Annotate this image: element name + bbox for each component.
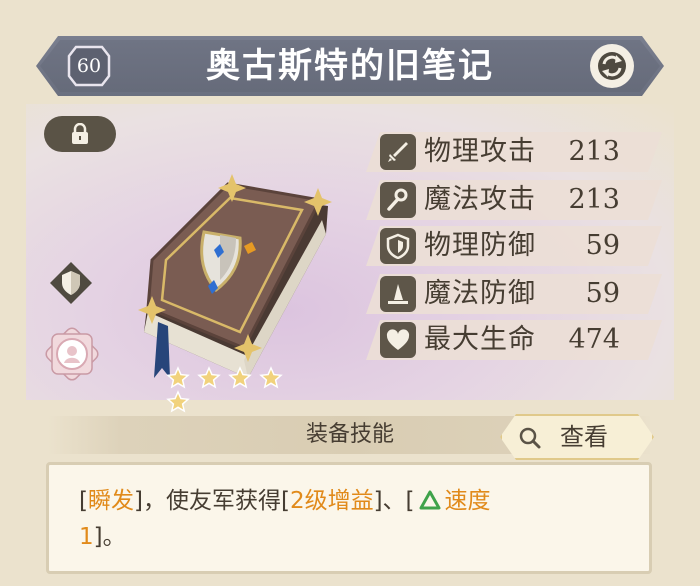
stat-value: 474 — [568, 324, 620, 355]
keyword-instant[interactable]: 瞬发 — [88, 488, 134, 514]
stat-physical-defense: 物理防御 59 — [366, 226, 662, 266]
heart-icon — [380, 322, 416, 358]
sword-icon — [380, 134, 416, 170]
keyword-speed[interactable]: 速度 — [445, 488, 491, 514]
star-icon — [197, 366, 221, 389]
view-skill-button[interactable]: 查看 — [500, 414, 654, 460]
buff-up-icon — [419, 490, 441, 510]
skill-description-box: [瞬发]，使友军获得[2级增益]、[速度 1]。 — [46, 462, 652, 574]
swap-button[interactable] — [590, 44, 634, 88]
stat-value: 213 — [568, 184, 620, 215]
view-skill-label: 查看 — [560, 423, 608, 451]
defense-type-icon — [50, 262, 92, 304]
rarity-stars — [166, 366, 306, 413]
stat-max-hp: 最大生命 474 — [366, 320, 662, 360]
equipment-detail-panel: 60 奥古斯特的旧笔记 物理攻击 213 魔法攻击 213 物理防御 59 魔法… — [0, 0, 700, 586]
stat-magic-attack: 魔法攻击 213 — [366, 180, 662, 220]
skill-description: [瞬发]，使友军获得[2级增益]、[速度 1]。 — [79, 488, 491, 550]
lock-icon — [72, 123, 88, 144]
stat-value: 59 — [585, 278, 620, 309]
star-icon — [166, 390, 190, 413]
stat-value: 59 — [585, 230, 620, 261]
class-emblem-icon — [45, 327, 99, 381]
wizard-hat-icon — [380, 276, 416, 312]
star-icon — [228, 366, 252, 389]
stat-value: 213 — [568, 136, 620, 167]
keyword-buff-level[interactable]: 2级增益 — [290, 488, 374, 514]
lock-button[interactable] — [44, 116, 116, 152]
stat-magic-defense: 魔法防御 59 — [366, 274, 662, 314]
item-book-image — [138, 174, 332, 378]
star-icon — [166, 366, 190, 389]
star-icon — [259, 366, 284, 389]
magnifier-icon — [518, 426, 542, 450]
shield-icon — [380, 228, 416, 264]
staff-icon — [380, 182, 416, 218]
swap-icon — [598, 52, 626, 80]
stat-physical-attack: 物理攻击 213 — [366, 132, 662, 172]
keyword-speed-value: 1 — [79, 524, 94, 550]
